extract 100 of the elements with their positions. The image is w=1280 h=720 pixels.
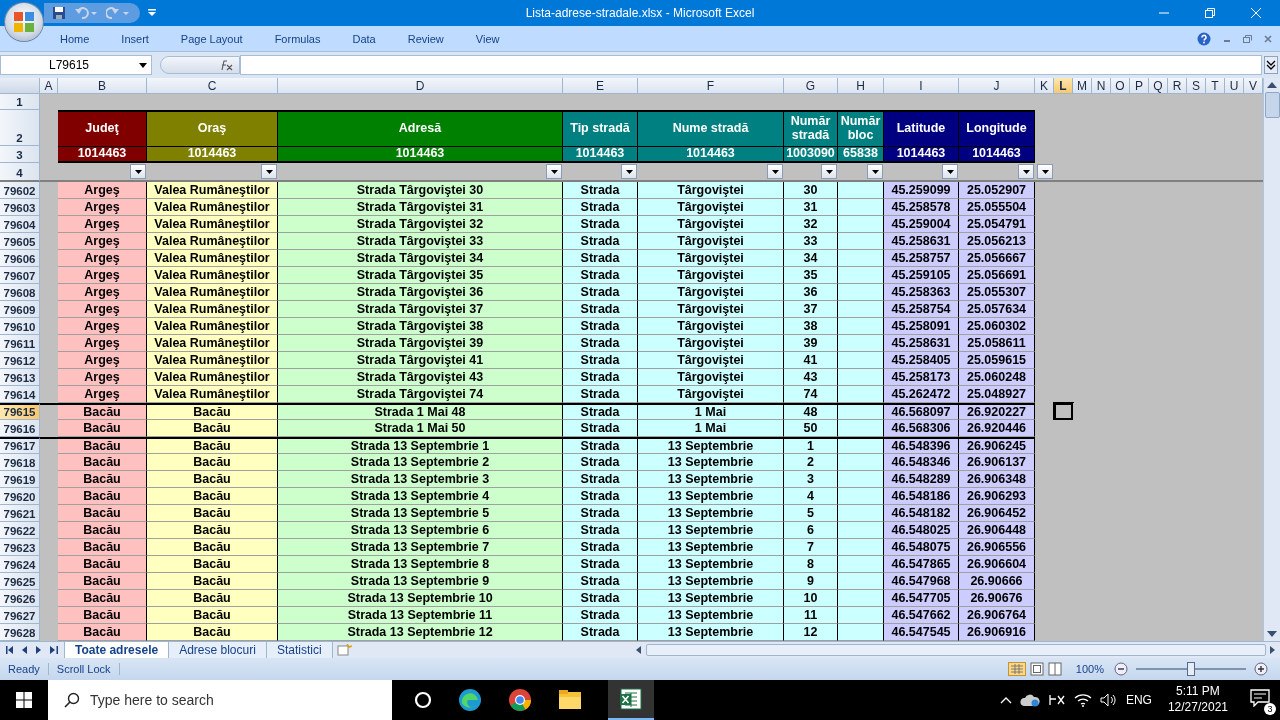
customize-icon[interactable] bbox=[148, 9, 156, 17]
row-header[interactable]: 79613 bbox=[0, 369, 40, 386]
sheet-tab[interactable]: Toate adresele bbox=[64, 641, 170, 659]
edge-icon[interactable] bbox=[458, 688, 482, 712]
next-sheet-icon[interactable] bbox=[36, 646, 42, 654]
column-header[interactable]: I bbox=[884, 78, 959, 94]
column-header[interactable]: V bbox=[1244, 78, 1263, 94]
row-header[interactable]: 79615 bbox=[0, 403, 40, 420]
row-header[interactable]: 79602 bbox=[0, 182, 40, 199]
column-header[interactable]: T bbox=[1206, 78, 1225, 94]
filter-button[interactable] bbox=[261, 164, 277, 179]
row-header[interactable]: 79628 bbox=[0, 624, 40, 641]
save-icon[interactable] bbox=[52, 6, 66, 20]
ribbon-tab[interactable]: Page Layout bbox=[180, 32, 243, 45]
last-sheet-icon[interactable] bbox=[50, 646, 58, 654]
cortana-icon[interactable] bbox=[414, 691, 432, 709]
filter-button[interactable] bbox=[821, 164, 837, 179]
scroll-left-icon[interactable] bbox=[635, 646, 642, 654]
row-header[interactable]: 79624 bbox=[0, 556, 40, 573]
row-header[interactable]: 4 bbox=[0, 163, 40, 182]
column-header[interactable]: F bbox=[638, 78, 784, 94]
filter-button[interactable] bbox=[130, 164, 146, 179]
column-header[interactable]: M bbox=[1073, 78, 1092, 94]
row-header[interactable]: 79621 bbox=[0, 505, 40, 522]
wifi-icon[interactable] bbox=[1073, 693, 1092, 707]
row-header[interactable]: 79617 bbox=[0, 437, 40, 454]
chrome-icon[interactable] bbox=[508, 688, 532, 712]
keyboard-icon[interactable] bbox=[1047, 693, 1066, 707]
row-header[interactable]: 79625 bbox=[0, 573, 40, 590]
filter-button[interactable] bbox=[621, 164, 637, 179]
scroll-thumb[interactable] bbox=[1264, 92, 1280, 118]
vertical-scrollbar[interactable] bbox=[1263, 78, 1280, 641]
row-header[interactable]: 79610 bbox=[0, 318, 40, 335]
scroll-thumb[interactable] bbox=[645, 644, 1266, 656]
scroll-up-icon[interactable] bbox=[1267, 82, 1277, 88]
first-sheet-icon[interactable] bbox=[6, 646, 14, 654]
column-header[interactable]: N bbox=[1092, 78, 1111, 94]
filter-button[interactable] bbox=[1037, 164, 1053, 179]
row-header[interactable]: 79605 bbox=[0, 233, 40, 250]
page-layout-icon[interactable] bbox=[1029, 662, 1044, 676]
column-header[interactable]: Q bbox=[1149, 78, 1168, 94]
row-header[interactable]: 3 bbox=[0, 146, 40, 163]
row-header[interactable]: 79626 bbox=[0, 590, 40, 607]
search-field[interactable]: Type here to search bbox=[48, 680, 392, 720]
zoom-in-icon[interactable] bbox=[1254, 662, 1268, 676]
filter-button[interactable] bbox=[942, 164, 958, 179]
row-header[interactable]: 79623 bbox=[0, 539, 40, 556]
row-header[interactable]: 79620 bbox=[0, 488, 40, 505]
column-header[interactable]: J bbox=[959, 78, 1035, 94]
zoom-level[interactable]: 100% bbox=[1075, 663, 1104, 675]
row-header[interactable]: 79607 bbox=[0, 267, 40, 284]
row-header[interactable]: 79618 bbox=[0, 454, 40, 471]
start-icon[interactable] bbox=[16, 692, 32, 708]
ribbon-tab[interactable]: Data bbox=[352, 32, 376, 45]
column-header[interactable]: K bbox=[1035, 78, 1054, 94]
clock-date[interactable]: 12/27/2021 bbox=[1167, 700, 1228, 716]
column-header[interactable]: L bbox=[1054, 78, 1073, 94]
column-header[interactable]: U bbox=[1225, 78, 1244, 94]
clock-time[interactable]: 5:11 PM bbox=[1176, 684, 1220, 700]
folder-icon[interactable] bbox=[558, 689, 582, 711]
filter-button[interactable] bbox=[546, 164, 562, 179]
row-header[interactable]: 79606 bbox=[0, 250, 40, 267]
row-header[interactable]: 1 bbox=[0, 94, 40, 110]
column-header[interactable]: C bbox=[147, 78, 278, 94]
row-header[interactable]: 79603 bbox=[0, 199, 40, 216]
chevron-up-icon[interactable] bbox=[999, 696, 1012, 704]
column-header[interactable]: B bbox=[58, 78, 147, 94]
scroll-down-icon[interactable] bbox=[1267, 631, 1277, 637]
filter-button[interactable] bbox=[867, 164, 883, 179]
row-header[interactable]: 79622 bbox=[0, 522, 40, 539]
column-header[interactable]: D bbox=[278, 78, 563, 94]
column-header[interactable]: P bbox=[1130, 78, 1149, 94]
speaker-icon[interactable] bbox=[1099, 693, 1118, 707]
row-header[interactable]: 79619 bbox=[0, 471, 40, 488]
ribbon-tab[interactable]: Insert bbox=[121, 32, 149, 45]
row-header[interactable]: 79616 bbox=[0, 420, 40, 437]
ribbon-tab[interactable]: Formulas bbox=[274, 32, 321, 45]
column-header[interactable]: H bbox=[838, 78, 884, 94]
close-icon[interactable] bbox=[1264, 34, 1272, 43]
column-header[interactable]: G bbox=[784, 78, 838, 94]
restore-icon[interactable] bbox=[1243, 34, 1252, 43]
row-header[interactable]: 79627 bbox=[0, 607, 40, 624]
notifications-icon[interactable] bbox=[1250, 689, 1270, 707]
page-break-icon[interactable] bbox=[1047, 662, 1062, 676]
ribbon-tab[interactable]: View bbox=[475, 32, 500, 45]
column-header[interactable]: E bbox=[563, 78, 638, 94]
previous-sheet-icon[interactable] bbox=[22, 646, 28, 654]
column-header[interactable]: O bbox=[1111, 78, 1130, 94]
column-header[interactable]: A bbox=[40, 78, 58, 94]
restore-icon[interactable] bbox=[1204, 7, 1216, 19]
excel-taskbar-button[interactable] bbox=[608, 680, 654, 720]
filter-button[interactable] bbox=[1018, 164, 1034, 179]
language-indicator[interactable]: ENG bbox=[1125, 693, 1152, 707]
expand-icon[interactable] bbox=[1264, 56, 1278, 74]
column-header[interactable]: R bbox=[1168, 78, 1187, 94]
ribbon-tab[interactable]: Review bbox=[407, 32, 444, 45]
formula-field[interactable] bbox=[240, 55, 1262, 75]
fx-icon[interactable] bbox=[219, 59, 233, 71]
name-box[interactable]: L79615 bbox=[0, 55, 152, 75]
zoom-out-icon[interactable] bbox=[1114, 662, 1128, 676]
